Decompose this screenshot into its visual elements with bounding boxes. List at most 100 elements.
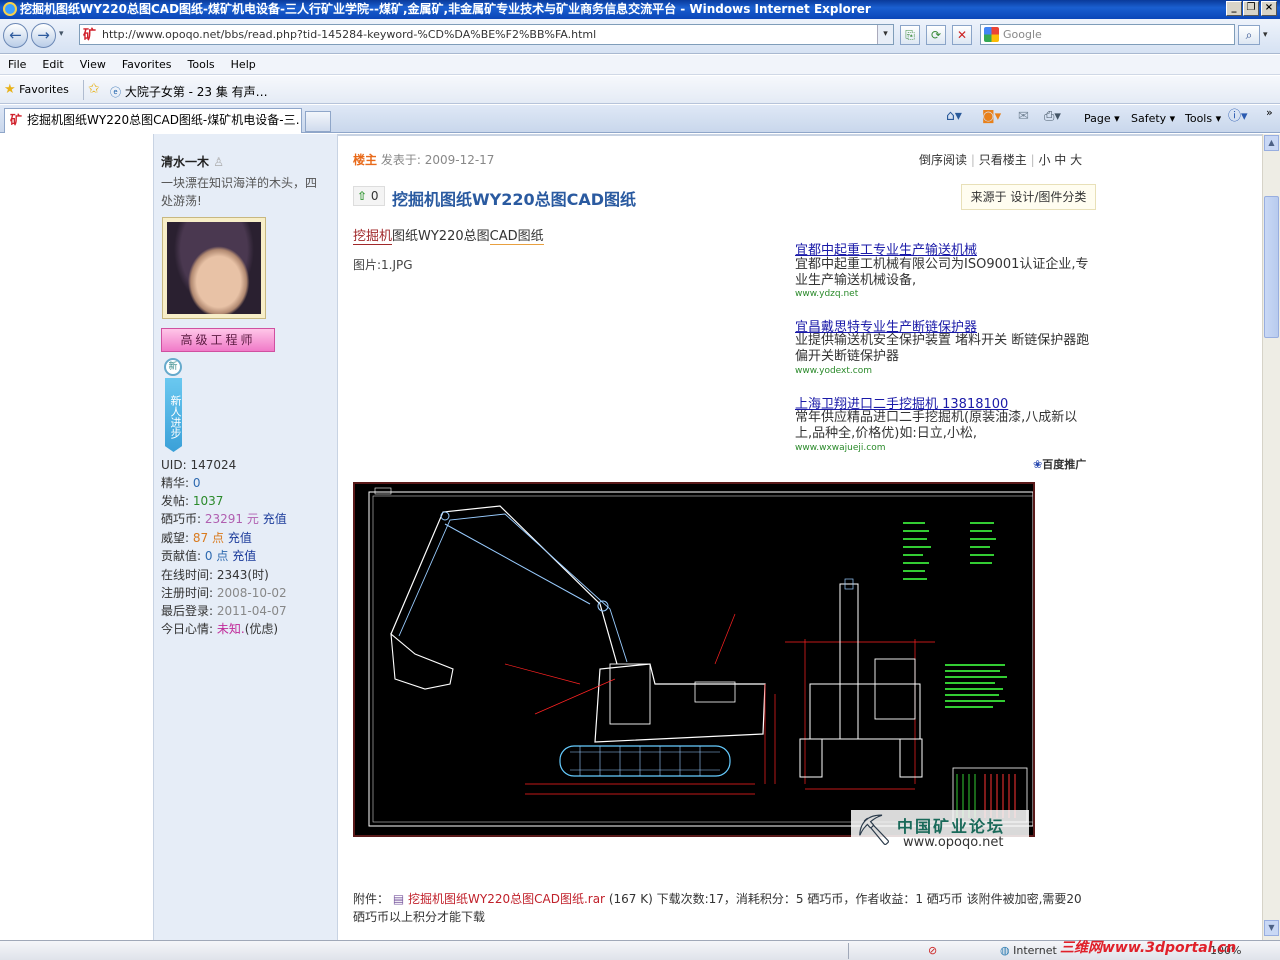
separator [83,80,84,100]
online-row: 在线时间: 2343(时) [161,566,269,584]
online-value: 2343(时) [216,568,269,582]
contribution-label: 贡献值: [161,549,202,563]
active-tab[interactable]: 矿 挖掘机图纸WY220总图CAD图纸-煤矿机电设备-三… [4,108,302,133]
refresh-icon[interactable]: ⟳ [926,25,946,45]
google-icon [984,27,999,42]
tools-menu-label: Tools [1185,112,1213,125]
vote-button[interactable]: ⇧ 0 [353,186,385,206]
search-placeholder: Google [1003,28,1042,41]
print-icon[interactable]: ⎙▾ [1044,109,1061,125]
avatar[interactable] [162,217,266,319]
address-toolbar: ← → ▾ 矿 http://www.opoqo.net/bbs/read.ph… [0,19,1280,54]
protected-mode-icon[interactable]: ⊘ [928,941,937,960]
favorites-button[interactable]: ★ Favorites [4,82,69,97]
floor-label: 楼主 [353,153,378,167]
cad-drawing-image[interactable] [353,482,1035,837]
coins-recharge-link[interactable]: 充值 [263,512,287,526]
status-divider [848,943,849,959]
new-tab-button[interactable] [305,111,331,132]
forward-button[interactable]: → [31,23,56,48]
window-title: 挖掘机图纸WY220总图CAD图纸-煤矿机电设备-三人行矿业学院--煤矿,金属矿… [20,2,871,16]
coins-label: 硒巧币: [161,512,202,526]
favorite-link[interactable]: ⓔ 大院子女第 - 23 集 有声… [110,83,268,100]
baidu-ads-label: 百度推广 [1042,458,1087,471]
rss-feed-icon[interactable]: ◙▾ [982,109,1001,125]
coins-unit: 元 [246,512,259,526]
coins-value: 23291 [204,512,244,526]
post-title: 挖掘机图纸WY220总图CAD图纸 [392,190,637,209]
posted-at: 发表于: 2009-12-17 [380,153,495,167]
menu-favorites[interactable]: Favorites [114,55,180,75]
keyword-link-excavator[interactable]: 挖掘机 [353,229,393,245]
favorite-link-label: 大院子女第 - 23 集 有声… [124,85,268,99]
attachment-label: 附件： [353,892,390,906]
scroll-thumb[interactable] [1264,196,1279,338]
star-icon: ★ [4,82,16,97]
ie-page-icon: ⓔ [110,86,121,99]
chevron-more-icon[interactable]: » [1266,105,1273,121]
keyword-link-cad[interactable]: CAD [489,229,518,245]
menu-tools[interactable]: Tools [180,55,223,75]
reverse-order-link[interactable]: 倒序阅读 [919,153,967,167]
search-input[interactable]: Google [980,24,1235,45]
compatibility-icon[interactable]: ⎘ [900,25,920,45]
page-menu[interactable]: Page ▾ [1084,111,1120,127]
window-titlebar: 挖掘机图纸WY220总图CAD图纸-煤矿机电设备-三人行矿业学院--煤矿,金属矿… [0,0,1280,19]
mood-label: 今日心情: [161,622,214,636]
only-op-link[interactable]: 只看楼主 [979,153,1027,167]
contribution-value: 0 [204,549,213,563]
search-options-icon[interactable]: ▾ [1263,30,1268,40]
tools-menu[interactable]: Tools ▾ [1185,111,1221,127]
zone-indicator[interactable]: ◍ Internet [1000,941,1057,960]
attachment-link[interactable]: 挖掘机图纸WY220总图CAD图纸.rar [408,892,605,906]
scroll-down-arrow[interactable]: ▼ [1264,920,1279,936]
contribution-recharge-link[interactable]: 充值 [232,549,256,563]
prestige-recharge-link[interactable]: 充值 [228,531,252,545]
help-icon[interactable]: ⓘ▾ [1228,109,1248,125]
menu-file[interactable]: File [0,55,34,75]
newbie-badge-icon: 新 [164,358,182,376]
post-options: 倒序阅读 | 只看楼主 | 小 中 大 [919,153,1083,167]
baidu-ads-brand[interactable]: ❀百度推广 [1033,456,1086,472]
posts-label: 发帖: [161,494,190,508]
menu-edit[interactable]: Edit [34,55,71,75]
ad-title-1[interactable]: 宜都中起重工专业生产输送机械 [795,239,977,258]
source-category[interactable]: 来源于 设计/图件分类 [961,184,1096,210]
address-input[interactable]: 矿 http://www.opoqo.net/bbs/read.php?tid-… [79,24,894,45]
restore-button[interactable]: ❐ [1243,1,1259,16]
ad-url-1[interactable]: www.ydzq.net [795,289,858,299]
author-signature: 一块漂在知识海洋的木头，四处游荡! [161,176,318,208]
image-caption: 图片:1.JPG [353,258,413,272]
online-label: 在线时间: [161,568,214,582]
minimize-button[interactable]: _ [1226,1,1242,16]
mood-value: 未知. [216,622,245,636]
vertical-scrollbar[interactable]: ▲ ▼ [1262,134,1280,940]
author-name[interactable]: 清水一木 ♙ [161,153,224,171]
essence-value: 0 [192,476,201,490]
history-dropdown-icon[interactable]: ▾ [59,29,64,39]
zone-label: Internet [1013,944,1057,957]
watermark-url: www.opoqo.net [903,835,1004,850]
home-icon[interactable]: ⌂▾ [946,108,962,124]
posts-row: 发帖: 1037 [161,492,223,510]
menu-help[interactable]: Help [223,55,264,75]
search-button[interactable]: ⌕ [1238,25,1260,45]
ad-url-3[interactable]: www.wxwajueji.com [795,443,886,453]
ad-url-2[interactable]: www.yodext.com [795,366,872,376]
tab-favicon-icon: 矿 [10,113,23,127]
rank-badge: 高级工程师 [161,328,275,352]
paw-icon: ❀ [1033,458,1043,471]
add-favorite-icon[interactable]: ✩ [88,81,100,97]
back-button[interactable]: ← [3,23,28,48]
safety-menu[interactable]: Safety ▾ [1131,111,1175,127]
menu-view[interactable]: View [72,55,114,75]
font-size-links[interactable]: 小 中 大 [1038,153,1082,167]
rar-file-icon: ▤ [392,892,405,906]
post-body-line: 挖掘机图纸WY220总图CAD图纸 [353,225,544,245]
globe-icon: ◍ [1000,944,1010,957]
mail-icon[interactable]: ✉ [1018,109,1029,125]
close-window-button[interactable]: × [1261,1,1277,16]
address-dropdown-icon[interactable]: ▾ [877,25,893,44]
stop-icon[interactable]: ✕ [952,25,972,45]
scroll-up-arrow[interactable]: ▲ [1264,135,1279,151]
